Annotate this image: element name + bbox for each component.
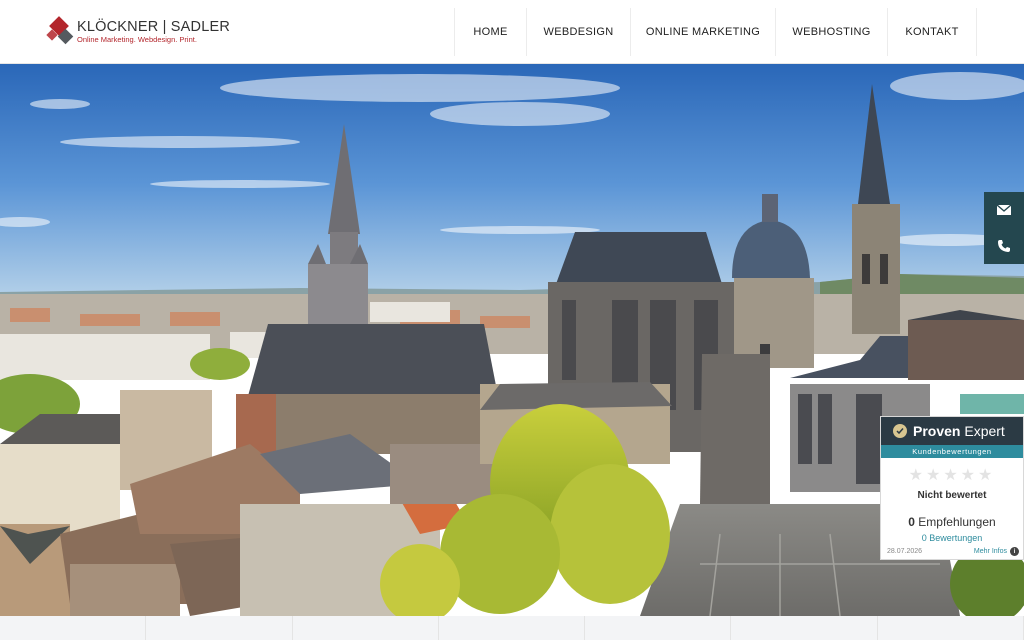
checkmark-icon	[893, 424, 907, 438]
provenexpert-widget[interactable]: Proven Expert Kundenbewertungen ★★★★★ Ni…	[880, 416, 1024, 560]
logo-title: KLÖCKNER | SADLER	[77, 19, 231, 35]
info-icon: i	[1010, 547, 1019, 556]
widget-date: 28.07.2026	[887, 548, 923, 555]
contact-tab	[984, 192, 1024, 264]
logo-diamond-icon	[46, 15, 74, 49]
nav-kontakt[interactable]: KONTAKT	[887, 8, 977, 56]
site-logo[interactable]: KLÖCKNER | SADLER Online Marketing. Webd…	[46, 14, 231, 50]
nav-online-marketing[interactable]: ONLINE MARKETING	[630, 8, 775, 56]
nav-home[interactable]: HOME	[454, 8, 526, 56]
provenexpert-brand: Proven Expert	[913, 423, 1005, 439]
logo-tagline: Online Marketing. Webdesign. Print.	[77, 35, 197, 44]
phone-icon[interactable]	[984, 228, 1024, 264]
provenexpert-header: Proven Expert	[881, 417, 1023, 445]
bottom-strip	[0, 616, 1024, 640]
envelope-icon[interactable]	[984, 192, 1024, 228]
main-nav: HOME WEBDESIGN ONLINE MARKETING WEBHOSTI…	[454, 8, 977, 56]
site-header: KLÖCKNER | SADLER Online Marketing. Webd…	[0, 0, 1024, 64]
rating-status: Nicht bewertet	[917, 490, 987, 501]
recommendations-count: 0 Empfehlungen	[908, 515, 996, 529]
rating-stars: ★★★★★	[908, 467, 996, 484]
more-info-link[interactable]: Mehr Infos i	[974, 547, 1019, 556]
hero-image	[0, 64, 1024, 616]
reviews-link[interactable]: 0 Bewertungen	[881, 533, 1023, 543]
provenexpert-subtitle: Kundenbewertungen	[881, 445, 1023, 458]
nav-webdesign[interactable]: WEBDESIGN	[526, 8, 630, 56]
nav-webhosting[interactable]: WEBHOSTING	[775, 8, 887, 56]
